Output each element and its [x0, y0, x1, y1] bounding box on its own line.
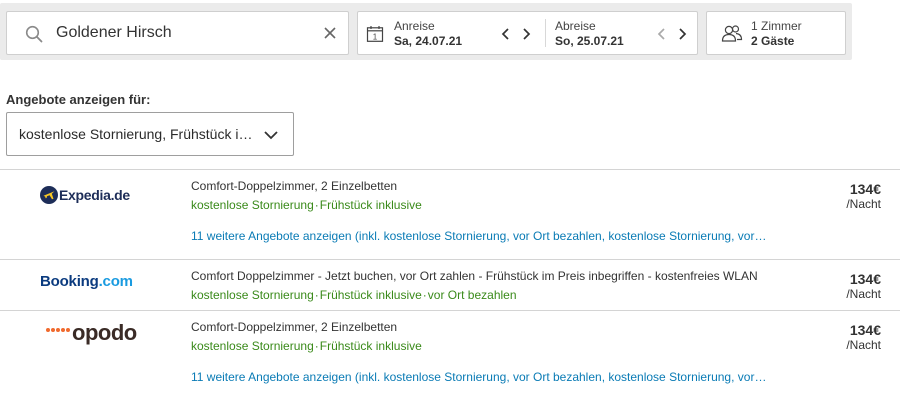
- checkin-value: Sa, 24.07.21: [394, 34, 463, 48]
- room-title: Comfort-Doppelzimmer, 2 Einzelbetten: [191, 320, 398, 334]
- feature-separator: ·: [314, 339, 319, 353]
- expedia-plane-icon: [40, 186, 58, 204]
- calendar-icon: 1: [366, 26, 384, 42]
- guests-count: 2 Gäste: [751, 34, 795, 48]
- chevron-right-icon[interactable]: [675, 27, 689, 41]
- feature-free-cancellation: kostenlose Stornierung: [191, 198, 314, 212]
- checkin-date[interactable]: Anreise Sa, 24.07.21: [394, 19, 462, 49]
- expedia-logo-text: Expedia.de: [59, 187, 130, 203]
- room-title: Comfort Doppelzimmer - Jetzt buchen, vor…: [191, 269, 758, 283]
- filter-label: Angebote anzeigen für:: [6, 92, 151, 107]
- search-icon: [25, 25, 43, 43]
- svg-text:1: 1: [373, 33, 378, 42]
- checkin-label: Anreise: [394, 19, 435, 33]
- opodo-logo[interactable]: opodo: [46, 321, 156, 351]
- more-offers-link[interactable]: 11 weitere Angebote anzeigen (inkl. kost…: [191, 229, 781, 243]
- chevron-right-icon[interactable]: [519, 27, 533, 41]
- feature-separator: ·: [314, 288, 319, 302]
- price-unit: /Nacht: [846, 287, 881, 301]
- guests-summary: 1 Zimmer 2 Gäste: [751, 19, 802, 49]
- booking-logo-text: Booking.com: [40, 273, 133, 290]
- opodo-logo-text: opodo: [72, 320, 137, 345]
- price-unit: /Nacht: [846, 197, 881, 211]
- feature-breakfast: Frühstück inklusive: [319, 198, 422, 212]
- offer-row[interactable]: Booking.com Comfort Doppelzimmer - Jetzt…: [0, 259, 900, 310]
- checkout-nav: [655, 27, 689, 41]
- search-bar: Goldener Hirsch 1 Anreise Sa, 24.07.21 A…: [0, 3, 852, 60]
- checkout-date[interactable]: Abreise So, 25.07.21: [555, 19, 624, 49]
- guests-icon: [721, 25, 743, 42]
- booking-logo[interactable]: Booking.com: [40, 273, 150, 303]
- feature-free-cancellation: kostenlose Stornierung: [191, 288, 314, 302]
- chevron-left-icon[interactable]: [655, 27, 669, 41]
- offer-price[interactable]: 134€ /Nacht: [846, 181, 881, 212]
- offer-row[interactable]: Expedia.de Comfort-Doppelzimmer, 2 Einze…: [0, 169, 900, 259]
- offer-list: Expedia.de Comfort-Doppelzimmer, 2 Einze…: [0, 169, 900, 398]
- date-divider: [545, 19, 546, 47]
- date-picker[interactable]: 1 Anreise Sa, 24.07.21 Abreise So, 25.07…: [357, 11, 698, 55]
- close-icon[interactable]: [321, 24, 339, 42]
- filter-selected-value: kostenlose Stornierung, Frühstück i…: [19, 126, 253, 142]
- offer-price[interactable]: 134€ /Nacht: [846, 322, 881, 353]
- feature-separator: ·: [314, 198, 319, 212]
- search-input[interactable]: Goldener Hirsch: [6, 11, 349, 55]
- room-title: Comfort-Doppelzimmer, 2 Einzelbetten: [191, 179, 398, 193]
- checkout-label: Abreise: [555, 19, 596, 33]
- offer-features: kostenlose Stornierung·Frühstück inklusi…: [191, 197, 811, 213]
- feature-separator: ·: [422, 288, 427, 302]
- rooms-count: 1 Zimmer: [751, 19, 802, 33]
- opodo-dots: [46, 328, 70, 332]
- feature-breakfast: Frühstück inklusive: [319, 339, 422, 353]
- feature-pay-at-hotel: vor Ort bezahlen: [427, 288, 517, 302]
- chevron-left-icon[interactable]: [499, 27, 513, 41]
- offer-features: kostenlose Stornierung·Frühstück inklusi…: [191, 338, 811, 354]
- guests-selector[interactable]: 1 Zimmer 2 Gäste: [706, 11, 846, 55]
- offer-price[interactable]: 134€ /Nacht: [846, 271, 881, 302]
- price-unit: /Nacht: [846, 338, 881, 352]
- feature-breakfast: Frühstück inklusive: [319, 288, 422, 302]
- offer-row[interactable]: opodo Comfort-Doppelzimmer, 2 Einzelbett…: [0, 310, 900, 398]
- offer-details: Comfort-Doppelzimmer, 2 Einzelbetten kos…: [191, 319, 811, 354]
- price-value: 134€: [849, 322, 881, 338]
- offer-details: Comfort Doppelzimmer - Jetzt buchen, vor…: [191, 268, 811, 303]
- checkin-nav: [499, 27, 533, 41]
- more-offers-link[interactable]: 11 weitere Angebote anzeigen (inkl. kost…: [191, 370, 781, 384]
- price-value: 134€: [849, 271, 881, 287]
- chevron-down-icon: [264, 131, 278, 140]
- offer-features: kostenlose Stornierung·Frühstück inklusi…: [191, 287, 811, 303]
- offer-details: Comfort-Doppelzimmer, 2 Einzelbetten kos…: [191, 178, 811, 213]
- expedia-logo[interactable]: Expedia.de: [40, 180, 150, 210]
- price-value: 134€: [849, 181, 881, 197]
- offer-filter-dropdown[interactable]: kostenlose Stornierung, Frühstück i…: [6, 112, 294, 156]
- search-query[interactable]: Goldener Hirsch: [56, 12, 306, 54]
- checkout-value: So, 25.07.21: [555, 34, 624, 48]
- feature-free-cancellation: kostenlose Stornierung: [191, 339, 314, 353]
